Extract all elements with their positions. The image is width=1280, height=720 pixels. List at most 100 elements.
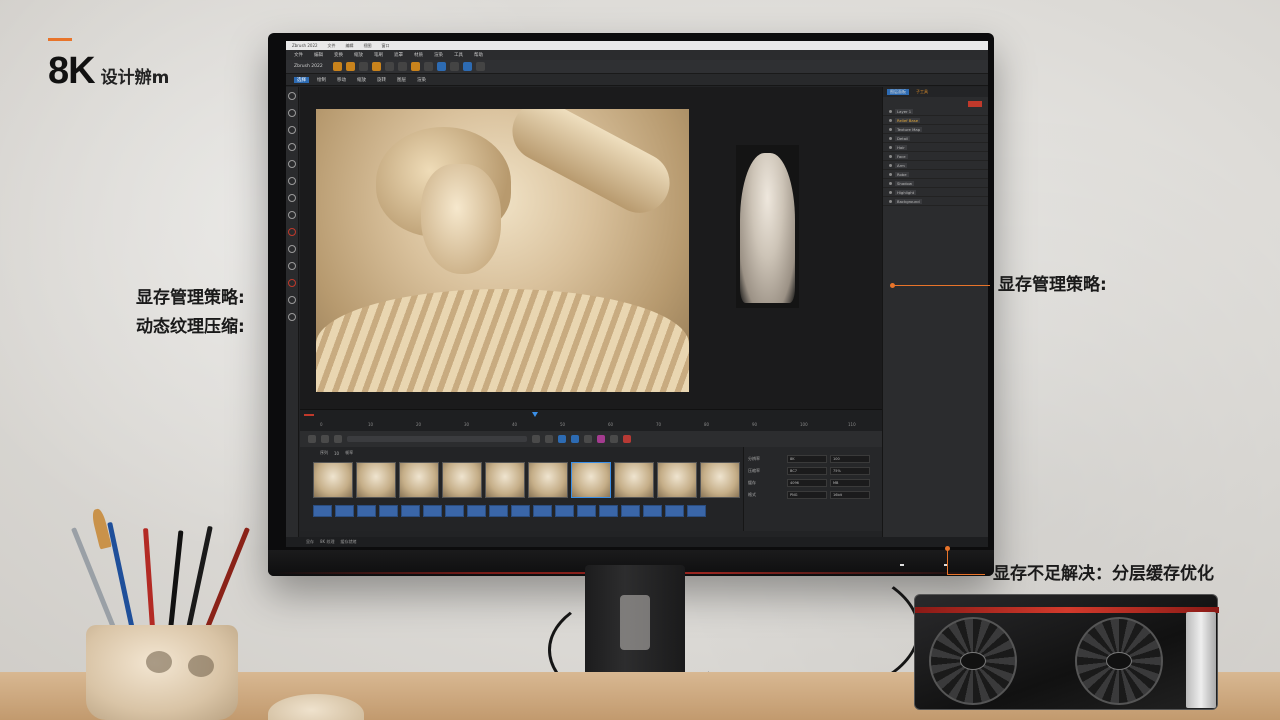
eye-icon[interactable] [889, 163, 892, 167]
track-cell[interactable] [643, 505, 662, 517]
select-tool-icon[interactable] [288, 92, 296, 100]
scale-icon[interactable] [397, 62, 407, 71]
viewport-icon[interactable] [436, 62, 446, 71]
track-cell[interactable] [577, 505, 596, 517]
key-icon[interactable] [532, 435, 540, 443]
eye-icon[interactable] [889, 199, 892, 203]
mask-tool-icon[interactable] [288, 211, 296, 219]
opt-move[interactable]: 移动 [334, 77, 349, 83]
lasso-tool-icon[interactable] [288, 109, 296, 117]
titlebar-item[interactable]: 窗口 [382, 43, 390, 49]
opt-render[interactable]: 渲染 [414, 77, 429, 83]
frame-thumbnail[interactable] [399, 462, 439, 498]
render-icon[interactable] [423, 62, 433, 71]
clay-tool-icon[interactable] [288, 143, 296, 151]
opt-layer[interactable]: 图层 [394, 77, 409, 83]
frame-thumbnail[interactable] [528, 462, 568, 498]
brush-icon[interactable] [332, 62, 342, 71]
clay-icon[interactable] [345, 62, 355, 71]
track-cell[interactable] [621, 505, 640, 517]
layer-icon[interactable] [449, 62, 459, 71]
menu-item[interactable]: 文件 [294, 52, 303, 58]
prop-field[interactable]: 8K [787, 455, 827, 463]
bust-preview[interactable] [736, 145, 799, 308]
layer-item[interactable]: Face [883, 152, 988, 161]
frame-thumbnail[interactable] [700, 462, 740, 498]
record-icon[interactable] [597, 435, 605, 443]
eye-icon[interactable] [889, 154, 892, 158]
color-tool-icon[interactable] [288, 228, 296, 236]
zoom-tool-icon[interactable] [288, 262, 296, 270]
menu-item[interactable]: 渲染 [434, 52, 443, 58]
export-icon[interactable] [475, 62, 485, 71]
layer-item[interactable]: Arm [883, 161, 988, 170]
opt-rotate[interactable]: 旋转 [374, 77, 389, 83]
eye-icon[interactable] [889, 127, 892, 131]
track-cell[interactable] [533, 505, 552, 517]
prop-field[interactable]: MB [830, 479, 870, 487]
frame-thumbnail[interactable] [356, 462, 396, 498]
layer-item[interactable]: Background [883, 197, 988, 206]
eye-icon[interactable] [889, 118, 892, 122]
layer-item[interactable]: Relief Base [883, 116, 988, 125]
titlebar-item[interactable]: 文件 [328, 43, 336, 49]
material-icon[interactable] [410, 62, 420, 71]
eye-icon[interactable] [889, 109, 892, 113]
menu-item[interactable]: 编辑 [314, 52, 323, 58]
hand-tool-icon[interactable] [288, 245, 296, 253]
track-cell[interactable] [687, 505, 706, 517]
stop-icon[interactable] [321, 435, 329, 443]
knife-tool-icon[interactable] [288, 279, 296, 287]
onion-icon[interactable] [610, 435, 618, 443]
eye-icon[interactable] [889, 181, 892, 185]
prop-field[interactable]: 75% [830, 467, 870, 475]
track-cell[interactable] [313, 505, 332, 517]
track-cell[interactable] [599, 505, 618, 517]
grid-icon[interactable] [571, 435, 579, 443]
menu-item[interactable]: 遮罩 [394, 52, 403, 58]
viewport-canvas[interactable] [300, 87, 882, 409]
filter-icon[interactable] [545, 435, 553, 443]
opt-draw[interactable]: 绘制 [314, 77, 329, 83]
eye-icon[interactable] [889, 145, 892, 149]
eye-icon[interactable] [889, 172, 892, 176]
track-cell[interactable] [357, 505, 376, 517]
menu-item[interactable]: 笔刷 [374, 52, 383, 58]
eye-icon[interactable] [889, 190, 892, 194]
track-cell[interactable] [555, 505, 574, 517]
track-cell[interactable] [467, 505, 486, 517]
timeline-scrubber[interactable] [347, 436, 527, 442]
timeline-ruler[interactable]: 0 10 20 30 40 50 60 70 80 90 100 110 [300, 409, 882, 431]
frame-thumbnail[interactable] [485, 462, 525, 498]
layer-item[interactable]: Detail [883, 134, 988, 143]
titlebar-item[interactable]: 编辑 [346, 43, 354, 49]
frame-thumbnail[interactable] [657, 462, 697, 498]
prop-field[interactable]: PNG [787, 491, 827, 499]
track-cell[interactable] [401, 505, 420, 517]
track-cell[interactable] [665, 505, 684, 517]
brush-tool-icon[interactable] [288, 126, 296, 134]
prop-field[interactable]: 16bit [830, 491, 870, 499]
track-cell[interactable] [489, 505, 508, 517]
mask-icon[interactable] [371, 62, 381, 71]
prop-field[interactable]: 4096 [787, 479, 827, 487]
settings-icon[interactable] [584, 435, 592, 443]
tab-layers[interactable]: 图层面板 [887, 89, 909, 95]
titlebar-item[interactable]: 视图 [364, 43, 372, 49]
play-icon[interactable] [308, 435, 316, 443]
prop-field[interactable]: 100 [830, 455, 870, 463]
layer-toggle-icon[interactable] [558, 435, 566, 443]
move-icon[interactable] [358, 62, 368, 71]
track-cell[interactable] [445, 505, 464, 517]
loop-icon[interactable] [334, 435, 342, 443]
smooth-tool-icon[interactable] [288, 177, 296, 185]
menu-item[interactable]: 材质 [414, 52, 423, 58]
eye-icon[interactable] [889, 136, 892, 140]
track-cell[interactable] [335, 505, 354, 517]
eraser-tool-icon[interactable] [288, 194, 296, 202]
menu-item[interactable]: 变换 [334, 52, 343, 58]
opt-select[interactable]: 选择 [294, 76, 309, 83]
opt-scale[interactable]: 缩放 [354, 77, 369, 83]
frame-thumbnail[interactable] [571, 462, 611, 498]
menu-item[interactable]: 工具 [454, 52, 463, 58]
